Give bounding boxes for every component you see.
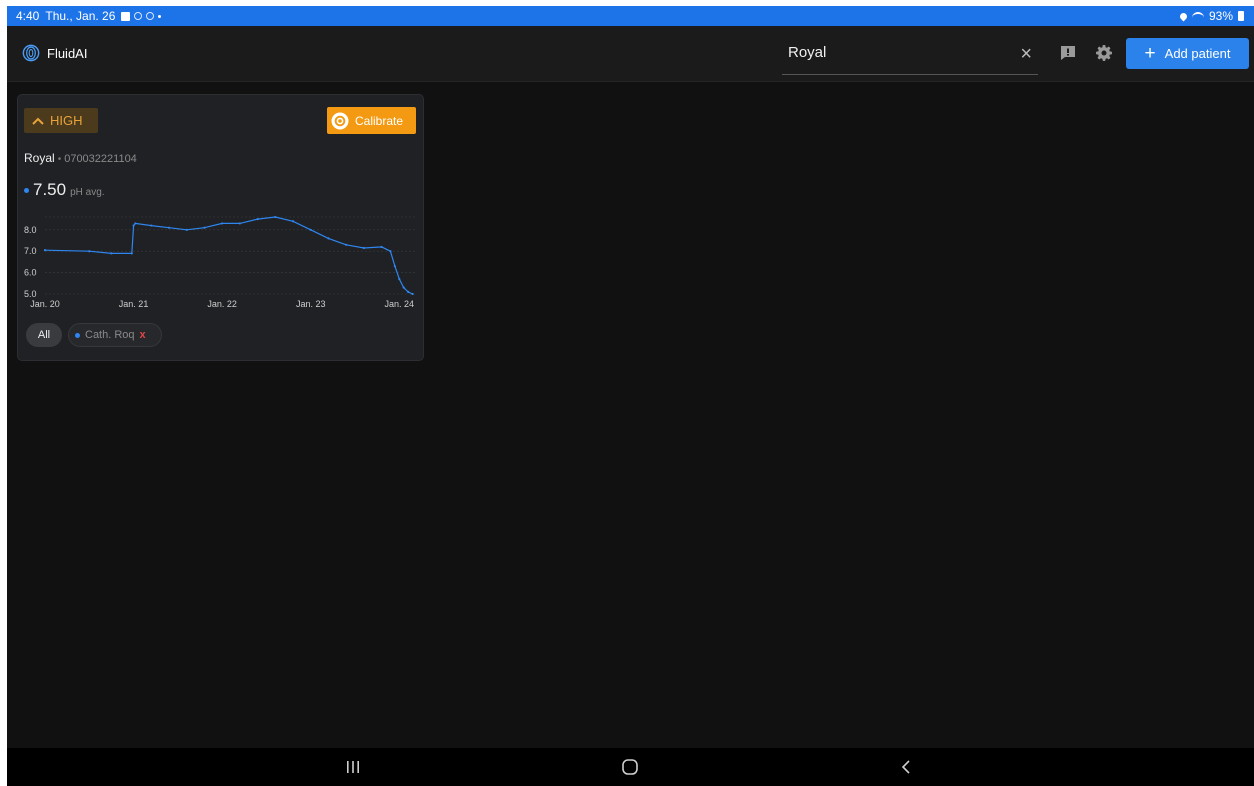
series-dot-icon <box>24 187 29 193</box>
android-nav-bar <box>7 748 1254 786</box>
data-point <box>256 218 259 221</box>
y-tick-label: 8.0 <box>24 225 37 235</box>
app-frame: 4:40 Thu., Jan. 26 93% FluidAI × <box>7 6 1254 786</box>
average-unit: pH avg. <box>70 187 105 198</box>
app-name: FluidAI <box>47 46 88 61</box>
wifi-icon <box>1191 11 1204 21</box>
series-dot-icon <box>75 332 80 338</box>
search-input[interactable] <box>788 44 988 61</box>
x-tick-label: Jan. 22 <box>207 299 237 309</box>
data-point <box>134 222 137 225</box>
data-point <box>362 246 365 250</box>
calibrate-button[interactable]: Calibrate <box>327 107 416 134</box>
data-point <box>393 265 396 268</box>
calibrate-label: Calibrate <box>355 113 404 128</box>
x-tick-label: Jan. 21 <box>119 299 149 309</box>
series-line <box>44 216 413 295</box>
average-reading: 7.50 pH avg. <box>24 180 105 200</box>
back-icon[interactable] <box>899 758 913 776</box>
ph-trend-chart: 8.0 7.0 6.0 5.0Jan. 20 Jan. 21 Jan. 22 Jan. 23… <box>24 215 417 309</box>
sync-notification-icon <box>134 12 143 20</box>
app-bar: FluidAI × + Add patient <box>7 26 1254 82</box>
battery-icon <box>1238 11 1244 21</box>
home-icon[interactable] <box>621 758 639 776</box>
y-tick-label: 5.0 <box>24 289 37 299</box>
x-tick-label: Jan. 20 <box>30 299 60 309</box>
gallery-notification-icon <box>121 11 131 21</box>
location-icon <box>1178 11 1189 21</box>
search-box: × <box>782 38 1038 75</box>
data-point <box>411 292 414 296</box>
data-point <box>110 252 113 255</box>
filter-catheter-chip[interactable]: Cath. Roq x <box>68 323 162 347</box>
data-point <box>398 277 401 281</box>
status-time: 4:40 <box>16 9 40 23</box>
target-icon <box>331 112 349 129</box>
status-left: 4:40 Thu., Jan. 26 <box>16 9 162 23</box>
settings-gear-icon[interactable] <box>1095 44 1113 62</box>
catheter-label: Cath. Roq <box>85 329 135 341</box>
notification-icons <box>121 11 162 21</box>
fluidai-logo-icon <box>22 44 40 62</box>
battery-level: 93% <box>1208 9 1233 23</box>
data-point <box>221 222 224 225</box>
plus-icon: + <box>1144 43 1156 64</box>
average-value: 7.50 <box>33 180 67 199</box>
add-patient-button[interactable]: + Add patient <box>1126 38 1249 69</box>
x-tick-label: Jan. 23 <box>296 299 326 309</box>
x-tick-label: Jan. 24 <box>385 299 415 309</box>
data-point <box>274 215 277 219</box>
chevron-up-icon <box>32 117 44 125</box>
y-tick-label: 6.0 <box>24 268 37 278</box>
filter-all-chip[interactable]: All <box>26 323 62 347</box>
separator-dot: • <box>57 154 62 165</box>
data-point <box>43 249 47 252</box>
patient-identity: Royal • 070032221104 <box>24 151 137 165</box>
status-right: 93% <box>1178 9 1244 23</box>
data-point <box>150 224 153 227</box>
data-point <box>167 226 171 229</box>
y-tick-label: 7.0 <box>24 246 37 256</box>
data-point <box>203 226 206 229</box>
patient-card[interactable]: HIGH Calibrate Royal • 070032221104 7.50 p… <box>17 94 424 361</box>
data-point <box>345 243 348 246</box>
data-point <box>88 250 91 253</box>
data-point <box>132 224 135 227</box>
more-notifications-icon <box>158 14 162 18</box>
data-point <box>185 228 188 231</box>
data-point <box>380 245 383 249</box>
patient-id: 070032221104 <box>64 153 137 165</box>
recent-apps-icon[interactable] <box>345 758 361 776</box>
status-bar: 4:40 Thu., Jan. 26 93% <box>7 6 1254 26</box>
data-point <box>327 237 330 240</box>
globe-notification-icon <box>146 12 155 20</box>
data-point <box>407 290 410 293</box>
alert-label: HIGH <box>50 113 83 128</box>
data-point <box>291 220 295 223</box>
feedback-icon[interactable] <box>1059 44 1077 62</box>
data-point <box>309 228 312 231</box>
status-date: Thu., Jan. 26 <box>45 9 116 23</box>
add-patient-label: Add patient <box>1164 46 1231 61</box>
patient-name: Royal <box>24 151 55 165</box>
data-point <box>389 250 392 253</box>
data-point <box>402 286 405 289</box>
data-point <box>238 222 241 225</box>
alert-badge-high: HIGH <box>24 108 98 133</box>
data-point <box>130 252 133 255</box>
clear-search-icon[interactable]: × <box>1020 43 1032 66</box>
remove-filter-icon[interactable]: x <box>140 329 146 341</box>
